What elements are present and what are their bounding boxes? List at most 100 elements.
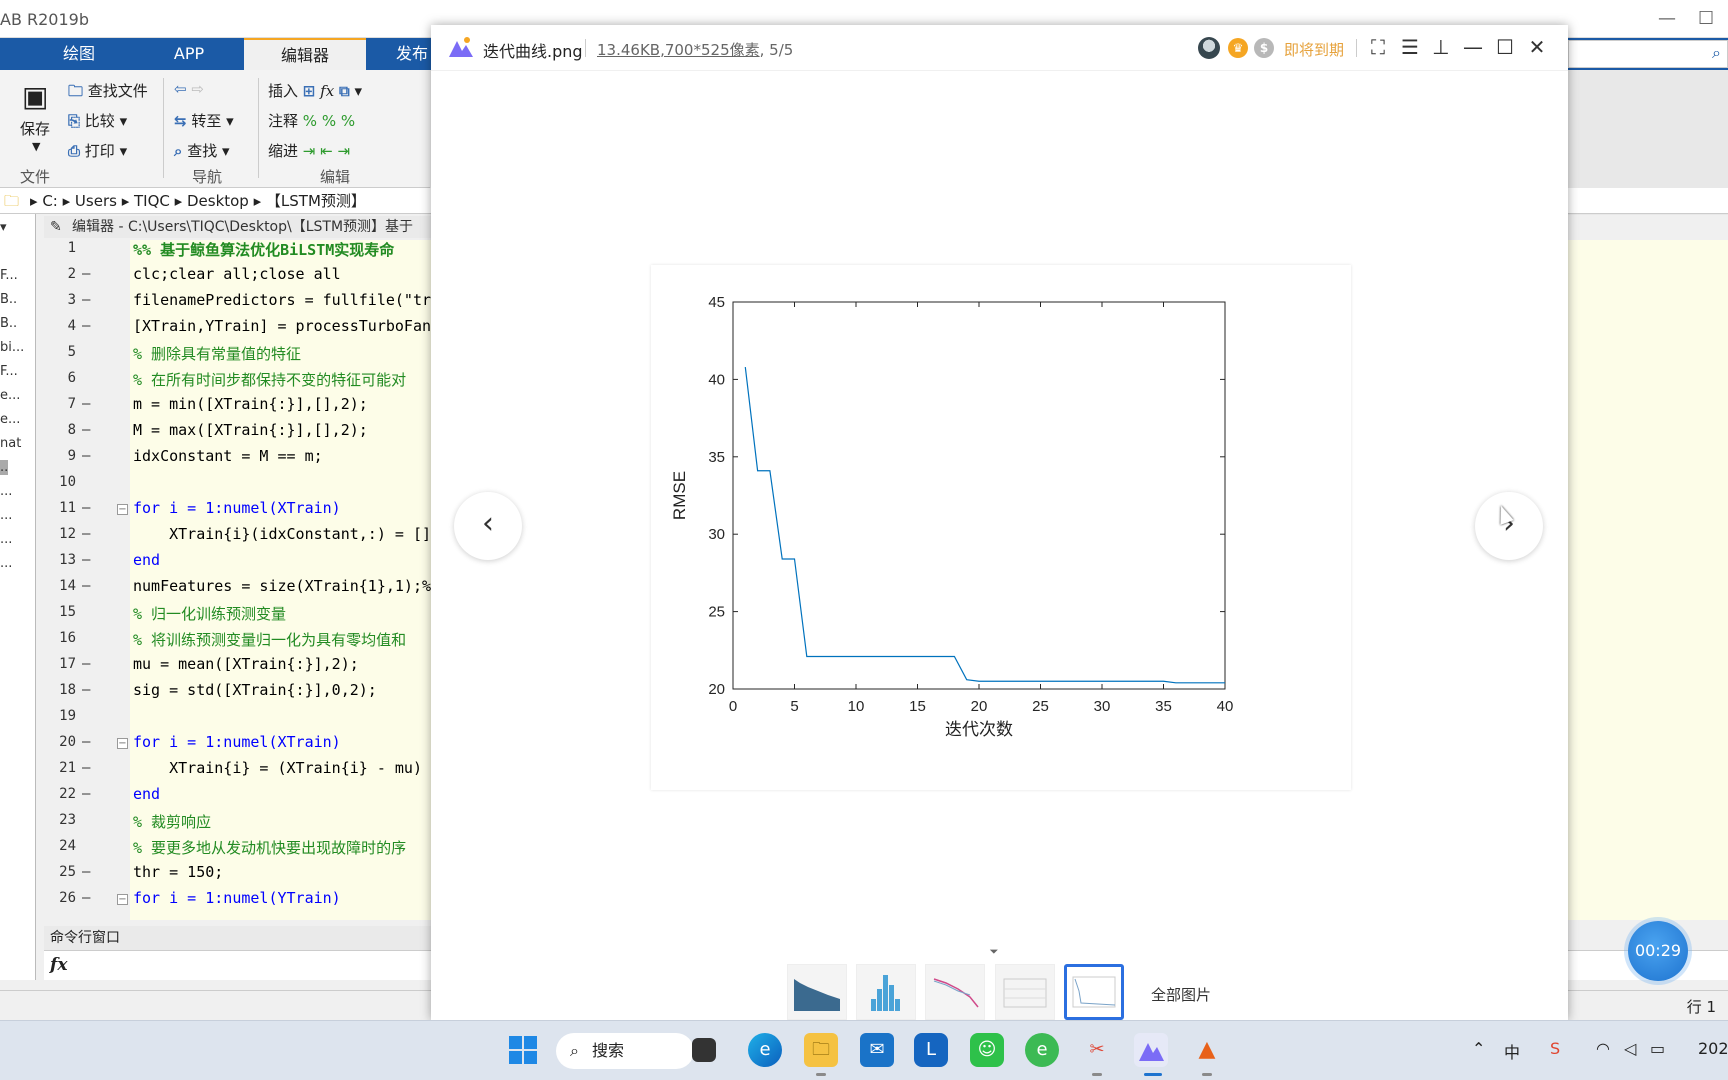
all-images-button[interactable]: 全部图片	[1151, 984, 1211, 1005]
wifi-icon[interactable]: ◠	[1596, 1039, 1610, 1058]
menu-icon[interactable]: ☰	[1397, 34, 1423, 60]
breadcrumb-users[interactable]: Users	[75, 192, 117, 210]
breakpoint-marker[interactable]: —	[82, 292, 90, 308]
fold-toggle-icon[interactable]: −	[117, 738, 128, 749]
thumbnail-5-selected[interactable]	[1064, 964, 1124, 1020]
tab-plots[interactable]: 绘图	[44, 38, 114, 70]
breadcrumb-lstm[interactable]: 【LSTM预测】	[266, 192, 366, 210]
breakpoint-marker[interactable]: —	[82, 448, 90, 464]
compare-button[interactable]: ⎘ 比较 ▾	[68, 110, 127, 131]
tab-apps[interactable]: APP	[150, 38, 228, 70]
image-dimensions[interactable]: ,700*525像素	[660, 41, 760, 59]
insert-button[interactable]: 插入 ⊞ fx ⧉ ▾	[268, 80, 362, 101]
image-viewer-app-icon[interactable]	[1134, 1033, 1168, 1067]
chevron-down-icon[interactable]: ⏷	[979, 946, 1009, 958]
fold-toggle-icon[interactable]: −	[117, 504, 128, 515]
breakpoint-marker[interactable]: —	[82, 864, 90, 880]
windows-start-icon[interactable]	[506, 1033, 540, 1067]
file-item[interactable]: bi...	[0, 340, 24, 355]
breadcrumb-drive[interactable]: C:	[42, 192, 58, 210]
indent-button[interactable]: 缩进 ⇥ ⇤ ⇥	[268, 140, 350, 161]
breakpoint-marker[interactable]: —	[82, 760, 90, 776]
clock[interactable]: 2022	[1698, 1039, 1728, 1058]
matlab-search-box[interactable]: ⌕	[1568, 40, 1728, 68]
wechat-icon[interactable]: ☺	[970, 1033, 1004, 1067]
input-method-icon[interactable]: 中	[1504, 1039, 1520, 1063]
timer-badge[interactable]: 00:29	[1628, 921, 1688, 981]
file-item[interactable]: e...	[0, 388, 20, 403]
fullscreen-icon[interactable]: ⛶	[1365, 34, 1391, 60]
breakpoint-marker[interactable]: —	[82, 890, 90, 906]
minimize-icon[interactable]: —	[1658, 8, 1676, 29]
lenovo-app-icon[interactable]: L	[914, 1033, 948, 1067]
breakpoint-marker[interactable]: —	[82, 786, 90, 802]
file-item-selected[interactable]: ..	[0, 460, 9, 475]
breakpoint-marker[interactable]: —	[82, 682, 90, 698]
fold-toggle-icon[interactable]: −	[117, 894, 128, 905]
battery-icon[interactable]: ▭	[1650, 1039, 1665, 1058]
maximize-icon[interactable]: ☐	[1698, 8, 1714, 29]
breakpoint-marker[interactable]: —	[82, 552, 90, 568]
breadcrumb-tiqc[interactable]: TIQC	[134, 192, 170, 210]
file-item[interactable]: F...	[0, 268, 18, 283]
breakpoint-marker[interactable]: —	[82, 396, 90, 412]
breakpoint-marker[interactable]: —	[82, 578, 90, 594]
comment-button[interactable]: 注释 % % %	[268, 110, 355, 131]
file-item[interactable]: ...	[0, 556, 12, 571]
ie-browser-icon[interactable]: e	[1025, 1033, 1059, 1067]
save-button[interactable]: 保存	[20, 118, 50, 139]
breakpoint-marker[interactable]: —	[82, 266, 90, 282]
avatar[interactable]	[1198, 37, 1220, 59]
save-dropdown-icon[interactable]: ▼	[32, 140, 40, 153]
breadcrumb-desktop[interactable]: Desktop	[187, 192, 249, 210]
membership-expire-link[interactable]: 即将到期	[1284, 39, 1344, 60]
file-item[interactable]: B..	[0, 292, 17, 307]
chevron-up-icon[interactable]: ⌃	[1472, 1039, 1485, 1058]
pin-icon[interactable]: ⊥	[1428, 34, 1454, 60]
file-item[interactable]: ...	[0, 484, 12, 499]
save-icon[interactable]: ▣	[22, 80, 48, 113]
edge-browser-icon[interactable]: e	[748, 1033, 782, 1067]
find-button[interactable]: ⌕ 查找 ▾	[174, 140, 230, 161]
speaker-icon[interactable]: ◁	[1624, 1039, 1636, 1058]
previous-image-button[interactable]: ‹	[454, 492, 522, 560]
crown-icon[interactable]: ♛	[1228, 38, 1248, 58]
breakpoint-marker[interactable]: —	[82, 526, 90, 542]
sogou-input-icon[interactable]: S	[1550, 1039, 1560, 1058]
print-button[interactable]: ⎙ 打印 ▾	[68, 140, 127, 161]
tab-editor[interactable]: 编辑器	[244, 38, 366, 70]
breakpoint-marker[interactable]: —	[82, 656, 90, 672]
thumbnail-4[interactable]	[995, 964, 1055, 1020]
minimize-icon[interactable]: —	[1460, 34, 1486, 60]
breakpoint-marker[interactable]: —	[82, 422, 90, 438]
thumbnail-1[interactable]	[787, 964, 847, 1020]
tab-publish[interactable]: 发布	[392, 38, 432, 70]
breakpoint-marker[interactable]: —	[82, 734, 90, 750]
close-icon[interactable]: ✕	[1524, 34, 1550, 60]
panel-collapse-icon[interactable]: ▾	[0, 220, 7, 235]
coin-icon[interactable]: $	[1254, 38, 1274, 58]
back-icon[interactable]: ⇦ ⇨	[174, 80, 204, 98]
file-item[interactable]: ...	[0, 508, 12, 523]
file-item[interactable]: e...	[0, 412, 20, 427]
taskbar-search-box[interactable]: ⌕ 搜索	[556, 1033, 694, 1069]
thumbnail-2[interactable]	[856, 964, 916, 1020]
snipping-tool-icon[interactable]: ✂	[1080, 1033, 1114, 1067]
file-item[interactable]: ...	[0, 532, 12, 547]
breakpoint-marker[interactable]: —	[82, 500, 90, 516]
maximize-icon[interactable]: ☐	[1492, 34, 1518, 60]
thumbnail-3[interactable]	[925, 964, 985, 1020]
find-files-button[interactable]: 🗀 查找文件	[68, 80, 148, 106]
matlab-app-icon[interactable]: ▲	[1190, 1033, 1224, 1067]
mail-icon[interactable]: ✉	[860, 1033, 894, 1067]
file-item[interactable]: B..	[0, 316, 17, 331]
file-item[interactable]: nat	[0, 436, 21, 451]
next-image-button[interactable]: ›	[1475, 492, 1543, 560]
goto-button[interactable]: ⇆ 转至 ▾	[174, 110, 234, 131]
file-explorer-icon[interactable]: 🗀	[804, 1033, 838, 1067]
file-item[interactable]: F...	[0, 364, 18, 379]
forward-icon[interactable]: ⇨	[191, 80, 204, 98]
breakpoint-marker[interactable]: —	[82, 318, 90, 334]
task-view-icon[interactable]	[692, 1038, 716, 1062]
image-size[interactable]: 13.46KB	[597, 41, 660, 59]
